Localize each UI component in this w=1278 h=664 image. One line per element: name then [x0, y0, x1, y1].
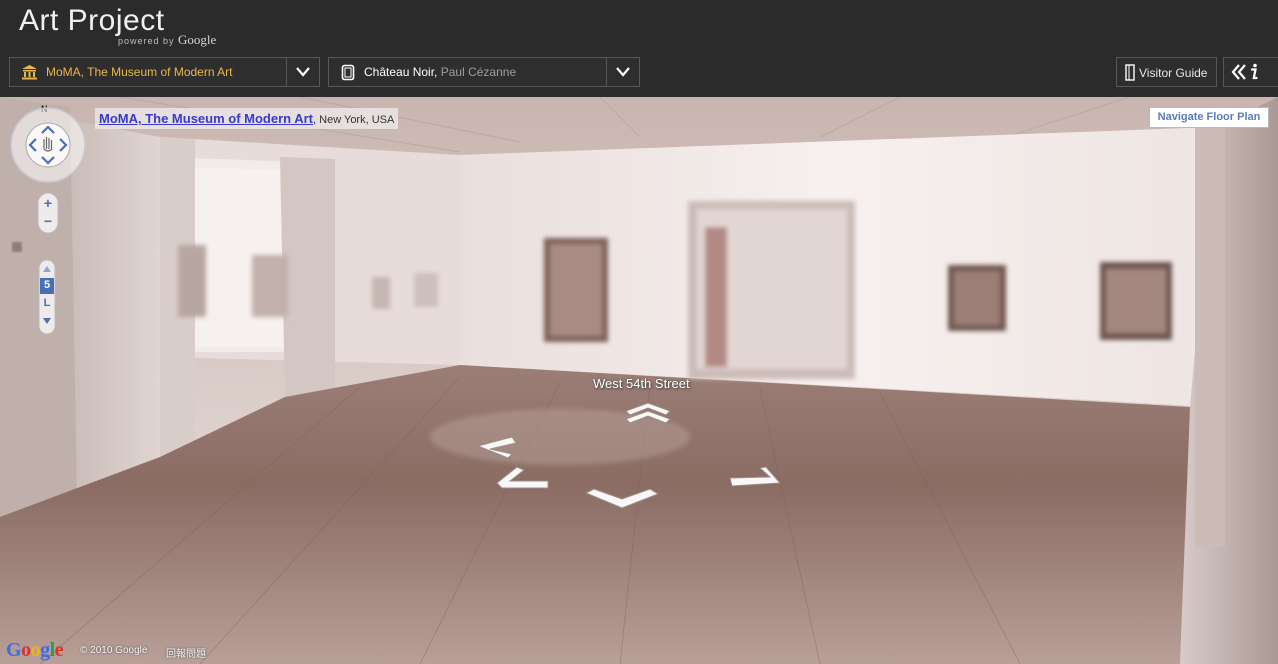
powered-by-google: powered by Google	[118, 32, 216, 48]
street-label[interactable]: West 54th Street	[593, 376, 690, 391]
google-logo: Google	[6, 639, 64, 661]
zoom-out-icon: −	[44, 213, 52, 229]
museum-dropdown-toggle[interactable]	[286, 58, 319, 86]
zoom-in-icon: +	[44, 195, 52, 211]
chevron-down-icon	[616, 67, 630, 77]
chevron-down-icon	[296, 67, 310, 77]
artwork-dropdown-label: Château Noir, Paul Cézanne	[364, 65, 516, 79]
place-name-link[interactable]: MoMA, The Museum of Modern Art	[99, 111, 313, 126]
info-panel-toggle-button[interactable]	[1223, 57, 1278, 87]
museum-dropdown-label: MoMA, The Museum of Modern Art	[46, 65, 233, 79]
floor-lobby[interactable]: L	[38, 297, 56, 309]
museum-dropdown[interactable]: MoMA, The Museum of Modern Art	[9, 57, 320, 87]
app-header: Art Project powered by Google MoMA, The …	[0, 0, 1278, 97]
powered-by-text: powered by	[118, 36, 175, 46]
place-location: , New York, USA	[313, 114, 395, 126]
navigate-floor-plan-button[interactable]: Navigate Floor Plan	[1149, 107, 1269, 128]
report-problem-link[interactable]: 回報問題	[166, 645, 206, 660]
street-view-panorama[interactable]: N + − 5 L MoMA, The Museum of Modern Art…	[0, 97, 1278, 664]
copyright-text: © 2010 Google	[80, 645, 148, 656]
artwork-title: Château Noir,	[364, 65, 438, 79]
place-info-box: MoMA, The Museum of Modern Art, New York…	[95, 108, 399, 129]
artwork-frame-icon	[341, 64, 355, 81]
zoom-control[interactable]: + −	[36, 191, 60, 235]
artwork-artist: Paul Cézanne	[437, 65, 517, 79]
pan-control[interactable]: N	[8, 105, 88, 185]
collapse-info-icon	[1231, 63, 1258, 80]
artwork-dropdown[interactable]: Château Noir, Paul Cézanne	[328, 57, 640, 87]
artwork-dropdown-toggle[interactable]	[606, 58, 639, 86]
visitor-guide-button[interactable]: Visitor Guide	[1116, 57, 1217, 87]
floor-current[interactable]: 5	[38, 279, 56, 291]
museum-icon	[22, 65, 37, 80]
google-brand-text: Google	[178, 32, 217, 47]
guide-icon	[1125, 64, 1135, 81]
floor-selector[interactable]: 5 L	[38, 259, 56, 335]
visitor-guide-label: Visitor Guide	[1139, 66, 1208, 80]
